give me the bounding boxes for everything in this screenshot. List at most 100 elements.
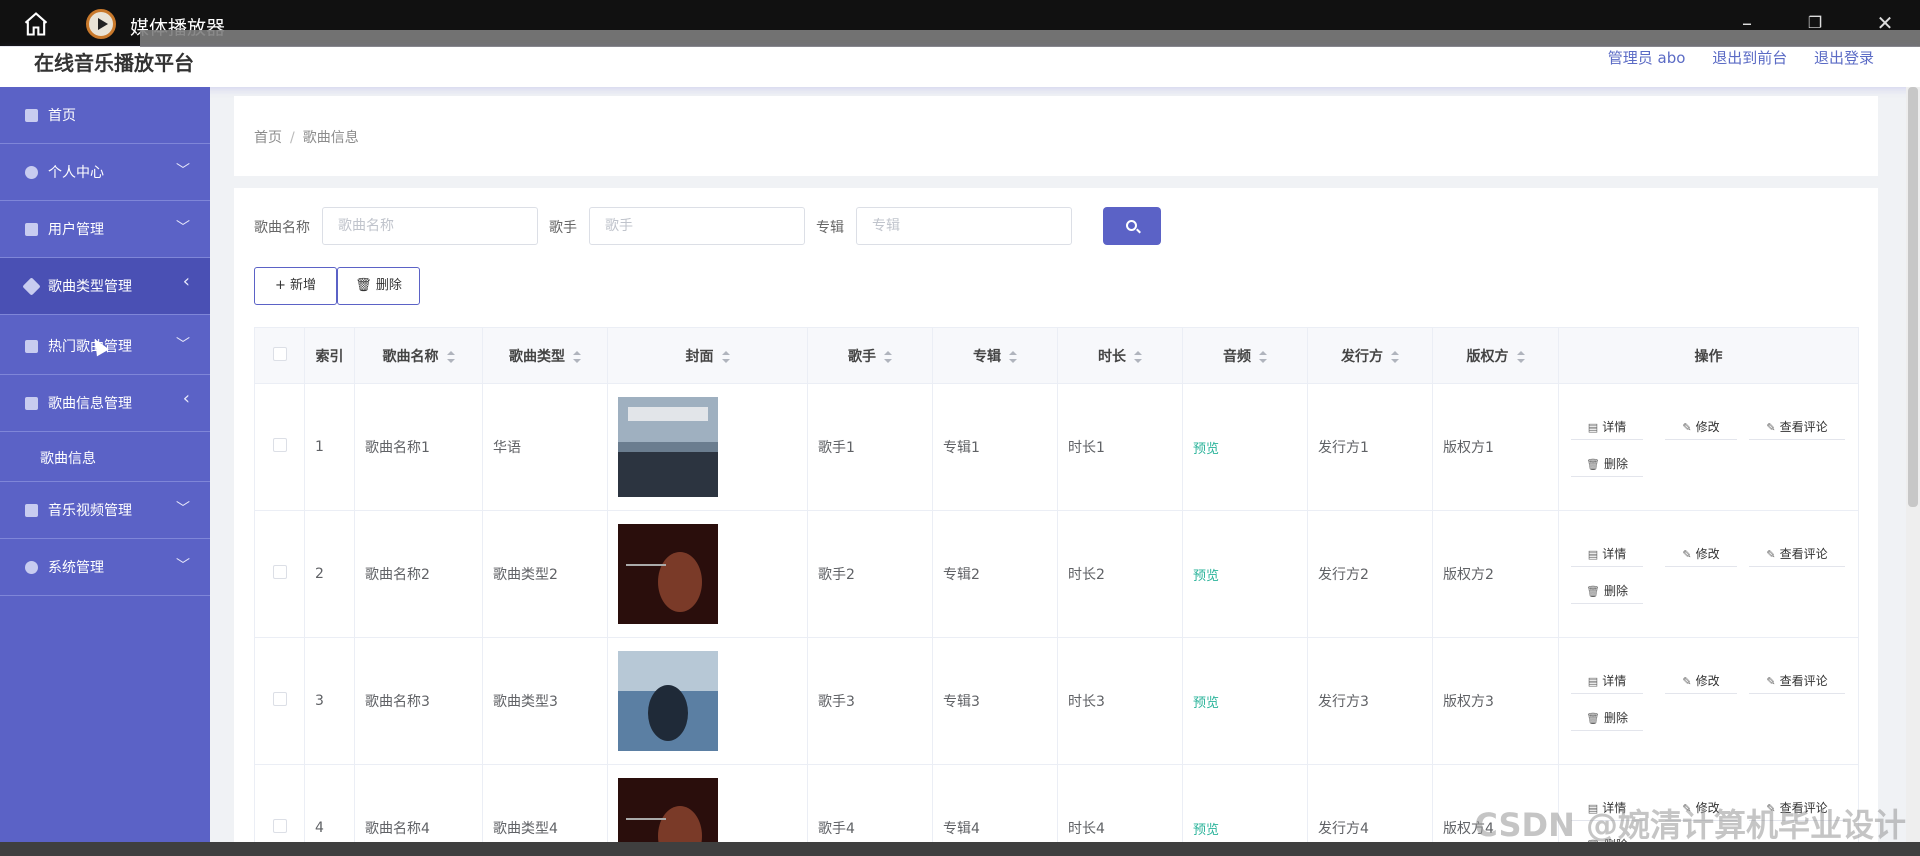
header-links: 管理员 abo 退出到前台 退出登录 — [1586, 47, 1874, 68]
add-button[interactable]: + 新增 — [254, 267, 337, 305]
exit-to-front-link[interactable]: 退出到前台 — [1712, 49, 1787, 67]
detail-button[interactable]: ▤ 详情 — [1571, 414, 1643, 440]
song-name-input[interactable]: 歌曲名称 — [322, 207, 538, 245]
col-header-song-type[interactable]: 歌曲类型 — [482, 327, 608, 384]
singer-input[interactable]: 歌手 — [589, 207, 805, 245]
cell-audio: 预览 — [1182, 637, 1308, 765]
comments-label: 查看评论 — [1779, 547, 1828, 561]
col-header-label: 时长 — [1098, 348, 1126, 365]
col-header-label: 封面 — [685, 348, 714, 365]
sidebar-subitem-song-info[interactable]: 歌曲信息 — [0, 432, 210, 482]
delete-button[interactable]: 🗑 删除 — [337, 267, 420, 305]
select-all-checkbox[interactable] — [254, 327, 305, 384]
sort-icon[interactable] — [1259, 350, 1267, 363]
sidebar-item-song-type-management[interactable]: 歌曲类型管理 ‹ — [0, 258, 210, 315]
view-comments-button[interactable]: ✎ 查看评论 — [1749, 414, 1845, 440]
breadcrumb-separator: / — [290, 130, 295, 146]
row-delete-button[interactable]: 🗑删除 — [1571, 451, 1643, 477]
edit-label: 修改 — [1695, 547, 1720, 561]
edit-button[interactable]: ✎ 修改 — [1665, 541, 1737, 567]
cell-album: 专辑3 — [932, 637, 1058, 765]
user-icon — [25, 166, 38, 179]
cell-copyright: 版权方3 — [1432, 637, 1559, 765]
sidebar-item-system-management[interactable]: 系统管理 ﹀ — [0, 539, 210, 596]
cell-audio: 预览 — [1182, 510, 1308, 638]
sidebar-item-song-info-management[interactable]: 歌曲信息管理 ‹ — [0, 375, 210, 432]
sort-icon[interactable] — [884, 350, 892, 363]
view-comments-button[interactable]: ✎ 查看评论 — [1749, 541, 1845, 567]
cell-duration: 时长2 — [1057, 510, 1183, 638]
col-header-index: 索引 — [304, 327, 355, 384]
col-header-label: 音频 — [1223, 348, 1251, 365]
admin-user-link[interactable]: 管理员 abo — [1608, 49, 1686, 67]
detail-button[interactable]: ▤ 详情 — [1571, 541, 1643, 567]
col-header-duration[interactable]: 时长 — [1057, 327, 1183, 384]
sidebar: 首页 个人中心 ﹀ 用户管理 ﹀ 歌曲类型管理 ‹ 热门歌曲管理 ﹀ 歌曲信息管… — [0, 87, 210, 856]
sort-icon[interactable] — [1391, 350, 1399, 363]
sort-icon[interactable] — [1134, 350, 1142, 363]
sidebar-item-music-video-management[interactable]: 音乐视频管理 ﹀ — [0, 482, 210, 539]
audio-preview-link[interactable]: 预览 — [1193, 696, 1219, 711]
delete-label: 删除 — [1603, 457, 1628, 471]
breadcrumb-home[interactable]: 首页 — [254, 130, 282, 146]
cover-image[interactable] — [618, 651, 718, 751]
search-button[interactable] — [1103, 207, 1161, 245]
row-delete-button[interactable]: 🗑删除 — [1571, 705, 1643, 731]
sort-icon[interactable] — [721, 350, 730, 363]
album-input[interactable]: 专辑 — [856, 207, 1072, 245]
col-header-song-name[interactable]: 歌曲名称 — [354, 327, 483, 384]
media-player-app-icon — [86, 9, 116, 39]
sidebar-item-personal-center[interactable]: 个人中心 ﹀ — [0, 144, 210, 201]
sort-icon[interactable] — [1516, 350, 1525, 363]
chevron-down-icon: ﹀ — [176, 220, 190, 236]
breadcrumb: 首页 / 歌曲信息 — [254, 127, 359, 147]
row-checkbox[interactable] — [254, 637, 305, 765]
row-delete-button[interactable]: 🗑删除 — [1571, 578, 1643, 604]
sort-icon[interactable] — [446, 350, 455, 363]
brand-title: 在线音乐播放平台 — [34, 51, 194, 75]
col-header-singer[interactable]: 歌手 — [807, 327, 933, 384]
home-icon[interactable] — [22, 10, 50, 38]
row-checkbox[interactable] — [254, 383, 305, 511]
cover-image[interactable] — [618, 397, 718, 497]
audio-preview-link[interactable]: 预览 — [1193, 442, 1219, 457]
edit-icon: ✎ — [1766, 548, 1776, 561]
sidebar-item-home[interactable]: 首页 — [0, 87, 210, 144]
col-header-album[interactable]: 专辑 — [932, 327, 1058, 384]
cell-publisher: 发行方3 — [1307, 637, 1433, 765]
col-header-copyright[interactable]: 版权方 — [1432, 327, 1559, 384]
audio-preview-link[interactable]: 预览 — [1193, 823, 1219, 838]
view-comments-button[interactable]: ✎ 查看评论 — [1749, 668, 1845, 694]
cell-cover — [607, 510, 808, 638]
sort-icon[interactable] — [573, 350, 581, 363]
cell-index: 1 — [304, 383, 355, 511]
col-header-label: 歌曲名称 — [382, 348, 439, 365]
logout-link[interactable]: 退出登录 — [1814, 49, 1874, 67]
col-header-cover[interactable]: 封面 — [607, 327, 808, 384]
audio-preview-link[interactable]: 预览 — [1193, 569, 1219, 584]
cell-singer: 歌手1 — [807, 383, 933, 511]
sidebar-subitem-label: 歌曲信息 — [40, 451, 96, 467]
sidebar-item-user-management[interactable]: 用户管理 ﹀ — [0, 201, 210, 258]
edit-button[interactable]: ✎ 修改 — [1665, 414, 1737, 440]
sort-icon[interactable] — [1009, 350, 1017, 363]
song-name-label: 歌曲名称 — [254, 220, 310, 236]
page-scrollbar-thumb[interactable] — [1908, 87, 1918, 507]
cover-image[interactable] — [618, 524, 718, 624]
trash-icon: 🗑 — [355, 278, 376, 293]
detail-button[interactable]: ▤ 详情 — [1571, 668, 1643, 694]
col-header-audio[interactable]: 音频 — [1182, 327, 1308, 384]
user-icon — [25, 561, 38, 574]
table-row: 2 歌曲名称2 歌曲类型2 歌手2 专辑2 时长2 预览 发行方2 版权方2 ▤… — [254, 510, 1859, 638]
cell-song-name: 歌曲名称1 — [354, 383, 483, 511]
col-header-label: 歌手 — [848, 348, 876, 365]
col-header-publisher[interactable]: 发行方 — [1307, 327, 1433, 384]
edit-button[interactable]: ✎ 修改 — [1665, 668, 1737, 694]
delete-label: 删除 — [1603, 711, 1628, 725]
songs-table: 索引 歌曲名称 歌曲类型 封面 歌手 专辑 时长 音频 发行方 版权方 操作 1… — [254, 327, 1859, 856]
col-header-label: 专辑 — [973, 348, 1001, 365]
main-content: 歌曲名称 歌曲名称 歌手 歌手 专辑 专辑 + 新增 🗑 删除 索引 歌曲名称 … — [234, 188, 1878, 856]
cell-publisher: 发行方2 — [1307, 510, 1433, 638]
document-icon: ▤ — [1587, 548, 1599, 561]
row-checkbox[interactable] — [254, 510, 305, 638]
